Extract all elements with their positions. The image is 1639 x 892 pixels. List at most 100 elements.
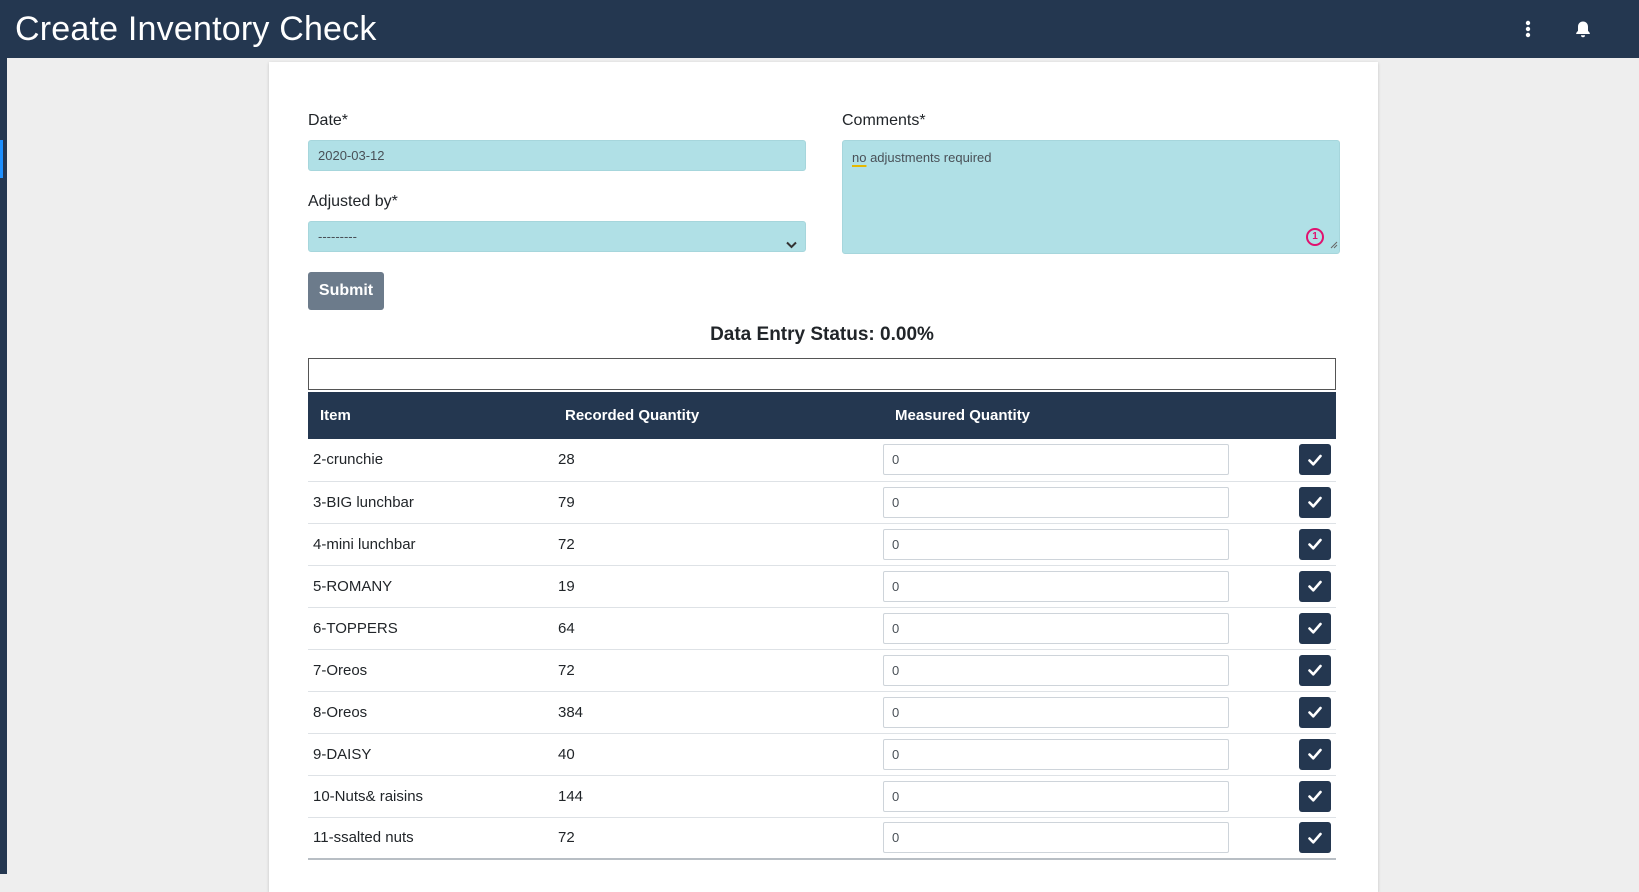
recorded-quantity-cell: 72	[558, 829, 575, 847]
column-header-measured-quantity: Measured Quantity	[895, 407, 1031, 424]
inventory-check-card: Date* 2020-03-12 Adjusted by* --------- …	[269, 62, 1378, 892]
measured-quantity-cell	[883, 817, 1268, 859]
recorded-quantity-cell: 384	[558, 703, 584, 721]
confirm-cell	[1268, 565, 1336, 607]
measured-quantity-cell	[883, 523, 1268, 565]
item-name-cell: 11-ssalted nuts	[313, 829, 414, 847]
confirm-cell	[1268, 733, 1336, 775]
confirm-row-button[interactable]	[1299, 486, 1331, 518]
measured-quantity-cell	[883, 565, 1268, 607]
item-name-cell: 10-Nuts& raisins	[313, 787, 424, 805]
chevron-down-icon	[786, 230, 797, 259]
more-vertical-icon[interactable]	[1513, 14, 1543, 44]
item-name-cell: 8-Oreos	[313, 703, 368, 721]
recorded-quantity-cell: 79	[558, 493, 575, 511]
date-label: Date*	[308, 112, 349, 129]
measured-quantity-input[interactable]	[883, 444, 1229, 476]
data-entry-status: Data Entry Status: 0.00%	[710, 324, 934, 345]
comments-label: Comments*	[842, 112, 926, 129]
measured-quantity-input[interactable]	[883, 738, 1229, 770]
data-entry-progress-bar	[308, 358, 1336, 390]
table-row: 4-mini lunchbar 72	[308, 523, 1336, 565]
check-icon	[1308, 790, 1322, 802]
confirm-cell	[1268, 775, 1336, 817]
confirm-row-button[interactable]	[1299, 612, 1331, 644]
measured-quantity-cell	[883, 481, 1268, 523]
measured-quantity-cell	[883, 691, 1268, 733]
table-row: 6-TOPPERS 64	[308, 607, 1336, 649]
item-name-cell: 6-TOPPERS	[313, 619, 398, 637]
inventory-table: Item Recorded Quantity Measured Quantity…	[308, 392, 1336, 860]
page-title: Create Inventory Check	[15, 10, 377, 48]
check-icon	[1308, 706, 1322, 718]
bell-icon[interactable]	[1568, 14, 1598, 44]
check-icon	[1308, 454, 1322, 466]
resize-handle-icon[interactable]	[1330, 237, 1338, 252]
confirm-row-button[interactable]	[1299, 570, 1331, 602]
item-name-cell: 7-Oreos	[313, 661, 368, 679]
recorded-quantity-cell: 144	[558, 787, 584, 805]
recorded-quantity-cell: 19	[558, 577, 575, 595]
column-header-item: Item	[320, 407, 351, 424]
item-name-cell: 4-mini lunchbar	[313, 535, 416, 553]
measured-quantity-input[interactable]	[883, 780, 1229, 812]
recorded-quantity-cell: 64	[558, 619, 575, 637]
table-row: 10-Nuts& raisins 144	[308, 775, 1336, 817]
confirm-row-button[interactable]	[1299, 696, 1331, 728]
measured-quantity-input[interactable]	[883, 486, 1229, 518]
comments-textarea[interactable]: no adjustments required 1	[842, 140, 1340, 254]
measured-quantity-cell	[883, 439, 1268, 481]
adjusted-by-select[interactable]: ---------	[308, 221, 806, 252]
measured-quantity-input[interactable]	[883, 570, 1229, 602]
confirm-row-button[interactable]	[1299, 654, 1331, 686]
check-icon	[1308, 748, 1322, 760]
grammar-suggestion-badge[interactable]: 1	[1306, 228, 1324, 246]
table-header-row: Item Recorded Quantity Measured Quantity	[308, 392, 1336, 439]
table-row: 8-Oreos 384	[308, 691, 1336, 733]
submit-button[interactable]: Submit	[308, 272, 384, 310]
table-row: 5-ROMANY 19	[308, 565, 1336, 607]
column-header-recorded-quantity: Recorded Quantity	[565, 407, 700, 424]
measured-quantity-input[interactable]	[883, 654, 1229, 686]
table-row: 3-BIG lunchbar 79	[308, 481, 1336, 523]
confirm-cell	[1268, 649, 1336, 691]
adjusted-by-label: Adjusted by*	[308, 193, 398, 210]
measured-quantity-cell	[883, 649, 1268, 691]
measured-quantity-input[interactable]	[883, 822, 1229, 854]
measured-quantity-cell	[883, 733, 1268, 775]
spellcheck-underlined-word: no	[852, 150, 867, 165]
confirm-row-button[interactable]	[1299, 444, 1331, 476]
recorded-quantity-cell: 40	[558, 745, 575, 763]
confirm-cell	[1268, 523, 1336, 565]
comments-text: adjustments required	[866, 150, 992, 165]
table-row: 2-crunchie 28	[308, 439, 1336, 481]
confirm-row-button[interactable]	[1299, 738, 1331, 770]
table-body: 2-crunchie 28 3-BIG lunchbar 79 4-mini lunch…	[308, 439, 1336, 859]
confirm-row-button[interactable]	[1299, 822, 1331, 854]
confirm-cell	[1268, 481, 1336, 523]
check-icon	[1308, 622, 1322, 634]
measured-quantity-input[interactable]	[883, 612, 1229, 644]
measured-quantity-input[interactable]	[883, 696, 1229, 728]
item-name-cell: 3-BIG lunchbar	[313, 493, 414, 511]
measured-quantity-input[interactable]	[883, 528, 1229, 560]
confirm-cell	[1268, 439, 1336, 481]
confirm-cell	[1268, 691, 1336, 733]
table-row: 7-Oreos 72	[308, 649, 1336, 691]
confirm-cell	[1268, 817, 1336, 859]
confirm-cell	[1268, 607, 1336, 649]
measured-quantity-cell	[883, 607, 1268, 649]
item-name-cell: 5-ROMANY	[313, 577, 393, 595]
confirm-row-button[interactable]	[1299, 780, 1331, 812]
confirm-row-button[interactable]	[1299, 528, 1331, 560]
recorded-quantity-cell: 72	[558, 535, 575, 553]
item-name-cell: 2-crunchie	[313, 451, 384, 469]
adjusted-by-selected-value: ---------	[318, 229, 357, 244]
column-header-action	[1268, 392, 1336, 439]
table-row: 11-ssalted nuts 72	[308, 817, 1336, 859]
left-sidebar-rail	[0, 0, 7, 874]
date-input[interactable]: 2020-03-12	[308, 140, 806, 171]
inventory-table-wrapper: Item Recorded Quantity Measured Quantity…	[308, 392, 1336, 860]
check-icon	[1308, 580, 1322, 592]
active-nav-indicator	[0, 140, 3, 178]
